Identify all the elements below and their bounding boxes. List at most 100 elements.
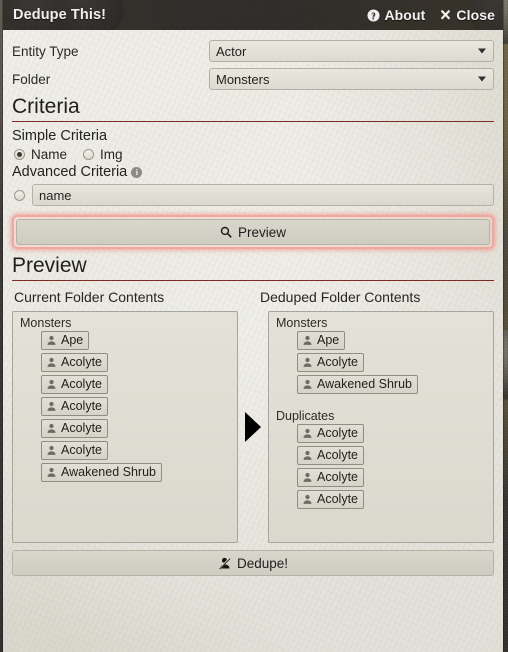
group-item-list: Ape Acolyte Awakened Shrub bbox=[297, 331, 487, 397]
entity-chip-label: Acolyte bbox=[61, 355, 102, 370]
entity-chip-label: Awakened Shrub bbox=[317, 377, 412, 392]
entity-chip-label: Awakened Shrub bbox=[61, 465, 156, 480]
current-folder-pane[interactable]: Monsters Ape Acolyte Acolyte Acolyte Acolyte A… bbox=[12, 311, 238, 544]
criteria-heading: Criteria bbox=[12, 95, 80, 118]
about-label: About bbox=[384, 7, 426, 23]
group-name: Monsters bbox=[276, 316, 328, 331]
list-item: Awakened Shrub bbox=[297, 375, 487, 397]
dedupe-button-label: Dedupe! bbox=[236, 555, 289, 571]
entity-chip[interactable]: Ape bbox=[297, 331, 346, 351]
entity-chip[interactable]: Acolyte bbox=[297, 468, 364, 488]
list-item: Ape bbox=[41, 331, 231, 353]
advanced-criteria-row bbox=[14, 184, 494, 207]
entity-chip[interactable]: Acolyte bbox=[41, 441, 108, 461]
list-item: Acolyte bbox=[297, 468, 487, 490]
list-item: Acolyte bbox=[297, 424, 487, 446]
entity-chip[interactable]: Acolyte bbox=[41, 353, 108, 373]
preview-divider bbox=[12, 280, 494, 282]
dialog-body: Entity Type Actor Folder Monsters Criter… bbox=[3, 30, 503, 652]
preview-button-label: Preview bbox=[237, 224, 286, 240]
entity-chip-label: Acolyte bbox=[317, 426, 358, 441]
preview-heading: Preview bbox=[12, 254, 87, 278]
user-icon bbox=[302, 494, 313, 505]
advanced-criteria-label: Advanced Criteria bbox=[12, 164, 128, 181]
list-item: Acolyte bbox=[41, 353, 231, 375]
list-item: Acolyte bbox=[41, 419, 231, 441]
advanced-criteria-label-row: Advanced Criteria i bbox=[12, 164, 494, 180]
title-bar: Dedupe This! ? About Close bbox=[3, 0, 503, 30]
entity-chip[interactable]: Acolyte bbox=[297, 490, 364, 510]
list-item: Acolyte bbox=[297, 446, 487, 468]
entity-type-label: Entity Type bbox=[12, 43, 79, 59]
list-item: Acolyte bbox=[41, 397, 231, 419]
radio-advanced[interactable] bbox=[14, 189, 25, 201]
right-column-header-cell: Deduped Folder Contents bbox=[258, 287, 494, 311]
dedupe-button[interactable]: Dedupe! bbox=[12, 550, 494, 577]
group-item-list: Acolyte Acolyte Acolyte Acolyte bbox=[297, 424, 487, 512]
radio-name-label[interactable]: Name bbox=[31, 147, 67, 162]
folder-value: Monsters bbox=[216, 71, 270, 87]
folder-label: Folder bbox=[12, 71, 51, 87]
user-icon bbox=[302, 428, 313, 439]
radio-img-label[interactable]: Img bbox=[100, 147, 123, 162]
entity-chip[interactable]: Acolyte bbox=[41, 397, 108, 417]
arrow-right-icon bbox=[245, 412, 261, 443]
entity-chip-label: Ape bbox=[317, 333, 340, 348]
chevron-down-icon bbox=[478, 48, 486, 54]
entity-chip-label: Acolyte bbox=[61, 377, 102, 392]
user-icon bbox=[46, 335, 57, 346]
svg-text:?: ? bbox=[372, 10, 377, 20]
group-name: Monsters bbox=[20, 316, 72, 331]
list-item: Acolyte bbox=[297, 490, 487, 512]
deduped-folder-pane[interactable]: Monsters Ape Acolyte Awakened Shrub Duplicat… bbox=[268, 311, 494, 544]
entity-chip-label: Acolyte bbox=[317, 470, 358, 485]
preview-button[interactable]: Preview bbox=[16, 219, 490, 246]
user-icon bbox=[302, 450, 313, 461]
user-icon bbox=[46, 445, 57, 456]
search-icon bbox=[220, 226, 232, 238]
entity-chip[interactable]: Acolyte bbox=[41, 419, 108, 439]
close-button[interactable]: Close bbox=[439, 7, 495, 23]
entity-chip[interactable]: Awakened Shrub bbox=[41, 463, 162, 483]
arrow-cell bbox=[238, 311, 268, 543]
user-icon bbox=[46, 357, 57, 368]
list-item: Acolyte bbox=[41, 441, 231, 463]
entity-chip[interactable]: Acolyte bbox=[297, 446, 364, 466]
entity-type-row: Entity Type Actor bbox=[12, 40, 494, 62]
folder-row: Folder Monsters bbox=[12, 68, 494, 90]
simple-criteria-radio-group: Name Img bbox=[14, 147, 494, 162]
list-item: Awakened Shrub bbox=[41, 463, 231, 485]
about-button[interactable]: ? About bbox=[367, 7, 425, 23]
deduped-folder-contents-header: Deduped Folder Contents bbox=[260, 289, 421, 306]
preview-panes: Monsters Ape Acolyte Acolyte Acolyte Acolyte A… bbox=[12, 311, 494, 544]
list-item: Ape bbox=[297, 331, 487, 353]
radio-img[interactable] bbox=[83, 149, 95, 161]
user-icon bbox=[302, 335, 313, 346]
entity-type-select[interactable]: Actor bbox=[209, 40, 494, 62]
entity-chip[interactable]: Ape bbox=[41, 331, 90, 351]
radio-name[interactable] bbox=[14, 149, 25, 161]
user-icon bbox=[302, 357, 313, 368]
entity-chip[interactable]: Acolyte bbox=[41, 375, 108, 395]
close-x-icon bbox=[439, 9, 452, 22]
user-icon bbox=[46, 401, 57, 412]
user-icon bbox=[302, 472, 313, 483]
preview-column-headers: Current Folder Contents Deduped Folder C… bbox=[12, 287, 494, 311]
criteria-divider bbox=[12, 121, 494, 123]
close-label: Close bbox=[456, 7, 495, 23]
entity-chip-label: Acolyte bbox=[317, 355, 358, 370]
folder-select[interactable]: Monsters bbox=[209, 68, 494, 90]
list-item: Acolyte bbox=[297, 353, 487, 375]
dialog-footer: Dedupe! bbox=[12, 550, 494, 577]
entity-chip[interactable]: Acolyte bbox=[297, 353, 364, 373]
entity-type-value: Actor bbox=[216, 43, 247, 59]
advanced-criteria-input[interactable] bbox=[32, 184, 494, 207]
entity-chip[interactable]: Acolyte bbox=[297, 424, 364, 444]
left-column-header-cell: Current Folder Contents bbox=[12, 287, 248, 311]
entity-chip-label: Acolyte bbox=[61, 421, 102, 436]
group-name: Duplicates bbox=[276, 409, 335, 424]
info-icon[interactable]: i bbox=[131, 166, 143, 178]
window-title: Dedupe This! bbox=[13, 7, 107, 23]
entity-chip[interactable]: Awakened Shrub bbox=[297, 375, 418, 395]
